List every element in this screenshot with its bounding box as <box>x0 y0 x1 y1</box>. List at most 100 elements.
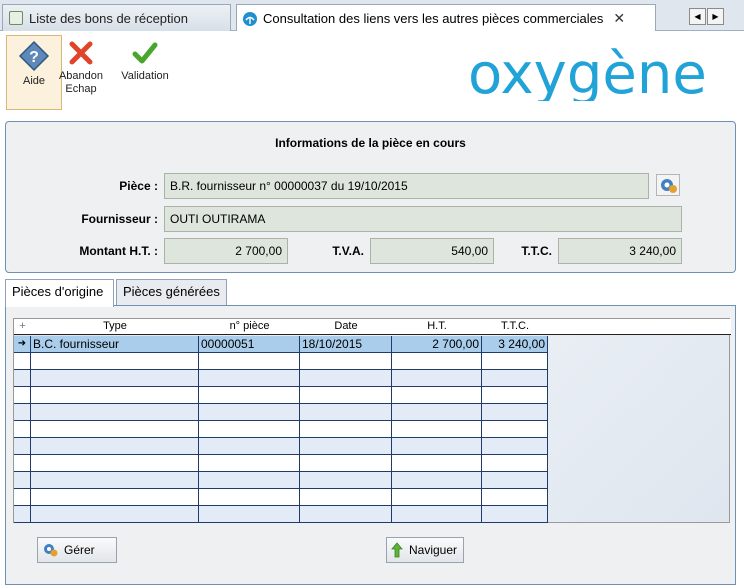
ttc-label: T.T.C. <box>521 244 552 258</box>
table-cell-empty <box>14 353 31 369</box>
table-cell-empty <box>300 353 392 369</box>
col-ht[interactable]: H.T. <box>392 319 482 334</box>
table-cell-empty <box>300 455 392 471</box>
cancel-button[interactable]: Abandon Echap <box>52 35 110 96</box>
gear-icon[interactable] <box>656 174 680 196</box>
col-ttc[interactable]: T.T.C. <box>482 319 548 334</box>
linked-pieces-table[interactable]: + Type n° pièce Date H.T. T.T.C. ➜ B.C. … <box>13 318 731 523</box>
panel-title: Informations de la pièce en cours <box>275 136 466 150</box>
col-type[interactable]: Type <box>31 319 199 334</box>
piece-label: Pièce : <box>119 179 158 193</box>
table-cell-empty <box>392 455 482 471</box>
table-cell-empty <box>482 506 548 522</box>
table-row-empty[interactable] <box>14 370 548 387</box>
table-cell-empty <box>392 370 482 386</box>
navigate-button[interactable]: Naviguer <box>386 537 464 563</box>
tab-pieces-origine[interactable]: Pièces d'origine <box>5 279 114 307</box>
close-icon[interactable]: ✕ <box>613 10 625 27</box>
table-cell-empty <box>300 421 392 437</box>
table-cell-empty <box>300 438 392 454</box>
table-cell-empty <box>482 370 548 386</box>
cell-date: 18/10/2015 <box>300 336 392 352</box>
table-cell-empty <box>31 489 199 505</box>
table-cell-empty <box>482 387 548 403</box>
cancel-x-icon <box>69 41 93 65</box>
col-date[interactable]: Date <box>300 319 392 334</box>
tab-pieces-generees[interactable]: Pièces générées <box>116 279 227 305</box>
table-cell-empty <box>392 438 482 454</box>
table-cell-empty <box>300 506 392 522</box>
table-cell-empty <box>482 421 548 437</box>
table-row-empty[interactable] <box>14 421 548 438</box>
arrow-up-icon <box>391 542 403 558</box>
supplier-field: OUTI OUTIRAMA <box>164 206 682 232</box>
table-cell-empty <box>31 404 199 420</box>
table-cell-empty <box>482 353 548 369</box>
cancel-label-2: Echap <box>65 83 97 95</box>
table-cell-empty <box>14 421 31 437</box>
grid-panel: + Type n° pièce Date H.T. T.T.C. ➜ B.C. … <box>5 305 736 585</box>
table-cell-empty <box>31 506 199 522</box>
table-header: + Type n° pièce Date H.T. T.T.C. <box>14 319 731 335</box>
table-cell-empty <box>199 489 300 505</box>
table-cell-empty <box>199 404 300 420</box>
table-row-empty[interactable] <box>14 489 548 506</box>
manage-label: Gérer <box>64 543 95 557</box>
table-cell-empty <box>14 455 31 471</box>
document-tab-bar: Liste des bons de réception Consultation… <box>0 0 744 32</box>
table-row-empty[interactable] <box>14 404 548 421</box>
table-cell-empty <box>300 370 392 386</box>
col-num[interactable]: n° pièce <box>199 319 300 334</box>
table-cell-empty <box>14 404 31 420</box>
oxygene-palm-icon <box>243 11 257 26</box>
table-cell-empty <box>199 387 300 403</box>
supplier-label: Fournisseur : <box>81 212 158 226</box>
manage-button[interactable]: Gérer <box>37 537 117 563</box>
table-cell-empty <box>392 506 482 522</box>
gear-icon <box>44 544 58 557</box>
cell-num: 00000051 <box>199 336 300 352</box>
table-cell-empty <box>482 472 548 488</box>
table-cell-empty <box>392 404 482 420</box>
table-row-empty[interactable] <box>14 506 548 523</box>
table-cell-empty <box>14 489 31 505</box>
tab-scroll-right-icon[interactable]: ▶ <box>707 8 724 25</box>
table-cell-empty <box>482 489 548 505</box>
table-cell-empty <box>199 506 300 522</box>
add-column-icon[interactable]: + <box>14 319 31 334</box>
table-cell-empty <box>31 387 199 403</box>
table-cell-empty <box>482 455 548 471</box>
tab-scroll-left-icon[interactable]: ◀ <box>689 8 706 25</box>
table-cell-empty <box>14 370 31 386</box>
table-cell-empty <box>482 404 548 420</box>
table-cell-empty <box>199 421 300 437</box>
table-cell-empty <box>300 472 392 488</box>
validate-button[interactable]: Validation <box>117 35 173 83</box>
table-cell-empty <box>482 438 548 454</box>
table-cell-empty <box>31 421 199 437</box>
row-arrow-icon: ➜ <box>14 336 31 352</box>
tab-label: Liste des bons de réception <box>29 10 188 26</box>
cell-type: B.C. fournisseur <box>31 336 199 352</box>
table-row-empty[interactable] <box>14 472 548 489</box>
cell-ttc: 3 240,00 <box>482 336 548 352</box>
piece-field: B.R. fournisseur n° 00000037 du 19/10/20… <box>164 173 649 199</box>
tab-liste-bons-reception[interactable]: Liste des bons de réception <box>2 4 231 31</box>
oxygene-logo: oxygène <box>466 42 736 107</box>
table-row-empty[interactable] <box>14 353 548 370</box>
tab-consultation-liens[interactable]: Consultation des liens vers les autres p… <box>236 4 656 32</box>
table-row-empty[interactable] <box>14 455 548 472</box>
ttc-field: 3 240,00 <box>558 238 682 264</box>
table-cell-empty <box>14 506 31 522</box>
help-icon: ? <box>18 40 50 72</box>
table-cell-empty <box>392 353 482 369</box>
ht-label: Montant H.T. : <box>79 244 158 258</box>
table-row[interactable]: ➜ B.C. fournisseur 00000051 18/10/2015 2… <box>14 336 548 353</box>
tab-label: Consultation des liens vers les autres p… <box>263 11 604 26</box>
tva-field: 540,00 <box>370 238 494 264</box>
table-cell-empty <box>392 489 482 505</box>
table-cell-empty <box>31 370 199 386</box>
table-row-empty[interactable] <box>14 438 548 455</box>
table-row-empty[interactable] <box>14 387 548 404</box>
check-icon <box>132 42 158 64</box>
